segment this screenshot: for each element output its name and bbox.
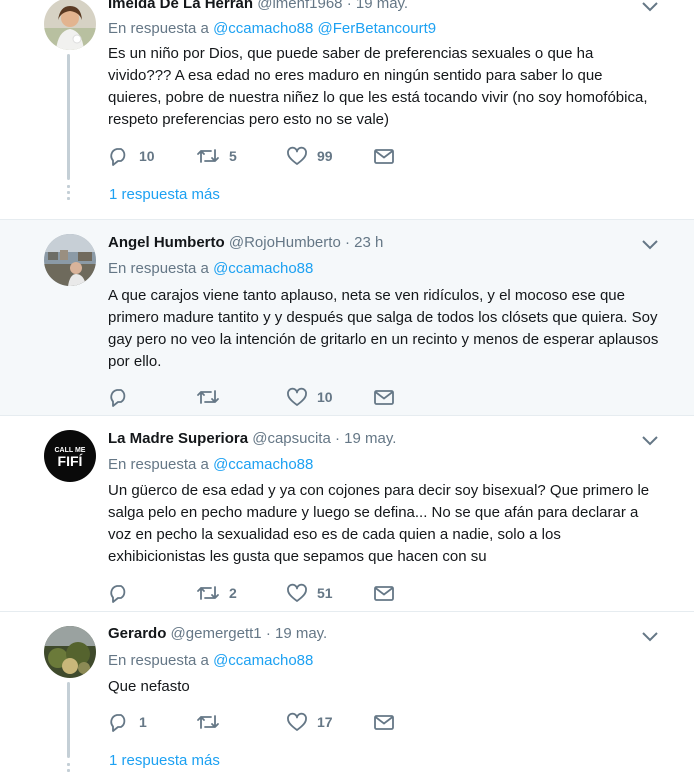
reply-icon xyxy=(110,714,126,732)
reply-icon xyxy=(110,148,126,166)
chevron-down-icon[interactable] xyxy=(640,629,660,645)
tweet-text: Que nefasto xyxy=(108,678,190,695)
timestamp[interactable]: 19 may. xyxy=(356,0,408,12)
tweet-2[interactable]: Angel Humberto @RojoHumberto · 23 h En r… xyxy=(0,220,694,416)
thread-line xyxy=(67,682,70,758)
tweet-4[interactable]: Gerardo @gemergett1 · 19 may. En respues… xyxy=(0,612,694,781)
chevron-down-icon[interactable] xyxy=(640,237,660,253)
retweet-button[interactable]: 2 xyxy=(196,583,237,603)
thread-dot xyxy=(67,185,70,188)
like-button[interactable]: 10 xyxy=(286,387,333,407)
reply-button[interactable] xyxy=(108,387,139,407)
separator: · xyxy=(344,234,350,251)
envelope-icon xyxy=(374,715,394,730)
tweet-header: Angel Humberto @RojoHumberto · 23 h xyxy=(108,234,383,251)
tweet-1[interactable]: Imelda De La Herrán @imehf1968 · 19 may.… xyxy=(0,0,694,220)
display-name[interactable]: La Madre Superiora xyxy=(108,430,248,447)
avatar[interactable] xyxy=(44,0,96,50)
like-button[interactable]: 99 xyxy=(286,146,333,166)
reply-icon xyxy=(110,585,126,603)
display-name[interactable]: Angel Humberto xyxy=(108,234,225,251)
heart-icon xyxy=(287,387,307,406)
reply-context: En respuesta a @ccamacho88 xyxy=(108,456,313,473)
tweet-text: Un güerco de esa edad y ya con cojones p… xyxy=(108,482,650,565)
reply-context: En respuesta a @ccamacho88 xyxy=(108,652,313,669)
like-button[interactable]: 51 xyxy=(286,583,333,603)
mention-link[interactable]: @ccamacho88 xyxy=(213,652,313,669)
display-name[interactable]: Imelda De La Herrán xyxy=(108,0,253,12)
mention-link[interactable]: @ccamacho88 xyxy=(213,260,313,277)
mention-link[interactable]: @ccamacho88 xyxy=(213,20,313,37)
retweet-count: 2 xyxy=(229,585,237,601)
thread-line xyxy=(67,54,70,180)
envelope-icon xyxy=(374,390,394,405)
reply-count: 1 xyxy=(139,714,147,730)
retweet-icon xyxy=(197,715,219,729)
avatar[interactable]: CALL ME FIFÍ xyxy=(44,430,96,482)
retweet-button[interactable] xyxy=(196,387,229,407)
tweet-3[interactable]: CALL ME FIFÍ La Madre Superiora @capsuci… xyxy=(0,416,694,612)
dm-button[interactable] xyxy=(373,387,395,407)
heart-icon xyxy=(287,712,307,731)
timestamp[interactable]: 19 may. xyxy=(275,625,327,642)
avatar[interactable] xyxy=(44,626,96,678)
reply-icon xyxy=(110,389,126,407)
retweet-count: 5 xyxy=(229,148,237,164)
tweet-header: La Madre Superiora @capsucita · 19 may. xyxy=(108,430,396,447)
thread-dot xyxy=(67,769,70,772)
reply-context: En respuesta a @ccamacho88 @FerBetancour… xyxy=(108,20,436,37)
reply-button[interactable]: 1 xyxy=(108,712,147,732)
heart-icon xyxy=(287,146,307,165)
thread-dot xyxy=(67,197,70,200)
tweet-text: Es un niño por Dios, que puede saber de … xyxy=(108,45,648,128)
username[interactable]: @imehf1968 xyxy=(257,0,342,12)
reply-prefix: En respuesta a xyxy=(108,260,209,277)
retweet-icon xyxy=(197,586,219,600)
mention-link[interactable]: @ccamacho88 xyxy=(213,456,313,473)
envelope-icon xyxy=(374,586,394,601)
username[interactable]: @capsucita xyxy=(252,430,331,447)
thread-dot xyxy=(67,191,70,194)
like-button[interactable]: 17 xyxy=(286,712,333,732)
heart-icon xyxy=(287,583,307,602)
avatar-text: FIFÍ xyxy=(58,453,84,469)
reply-button[interactable]: 10 xyxy=(108,146,155,166)
dm-button[interactable] xyxy=(373,583,395,603)
timestamp[interactable]: 23 h xyxy=(354,234,383,251)
separator: · xyxy=(265,625,271,642)
retweet-button[interactable] xyxy=(196,712,229,732)
username[interactable]: @gemergett1 xyxy=(171,625,262,642)
tweet-text: A que carajos viene tanto aplauso, neta … xyxy=(108,287,659,370)
tweet-header: Gerardo @gemergett1 · 19 may. xyxy=(108,625,327,642)
tweet-header: Imelda De La Herrán @imehf1968 · 19 may. xyxy=(108,0,408,12)
thread-dot xyxy=(67,763,70,766)
dm-button[interactable] xyxy=(373,146,395,166)
like-count: 17 xyxy=(317,714,333,730)
reply-prefix: En respuesta a xyxy=(108,20,209,37)
avatar[interactable] xyxy=(44,234,96,286)
like-count: 51 xyxy=(317,585,333,601)
like-count: 10 xyxy=(317,389,333,405)
retweet-icon xyxy=(197,390,219,404)
envelope-icon xyxy=(374,149,394,164)
reply-prefix: En respuesta a xyxy=(108,652,209,669)
reply-count: 10 xyxy=(139,148,155,164)
separator: · xyxy=(335,430,340,447)
chevron-down-icon[interactable] xyxy=(640,0,660,15)
reply-context: En respuesta a @ccamacho88 xyxy=(108,260,313,277)
retweet-button[interactable]: 5 xyxy=(196,146,237,166)
show-more-replies-link[interactable]: 1 respuesta más xyxy=(109,752,220,769)
separator: · xyxy=(346,0,352,12)
retweet-icon xyxy=(197,149,219,163)
reply-button[interactable] xyxy=(108,583,139,603)
like-count: 99 xyxy=(317,148,333,164)
show-more-replies-link[interactable]: 1 respuesta más xyxy=(109,186,220,203)
dm-button[interactable] xyxy=(373,712,395,732)
timestamp[interactable]: 19 may. xyxy=(344,430,396,447)
reply-prefix: En respuesta a xyxy=(108,456,209,473)
username[interactable]: @RojoHumberto xyxy=(229,234,341,251)
chevron-down-icon[interactable] xyxy=(640,433,660,449)
mention-link[interactable]: @FerBetancourt9 xyxy=(318,20,437,37)
display-name[interactable]: Gerardo xyxy=(108,625,166,642)
